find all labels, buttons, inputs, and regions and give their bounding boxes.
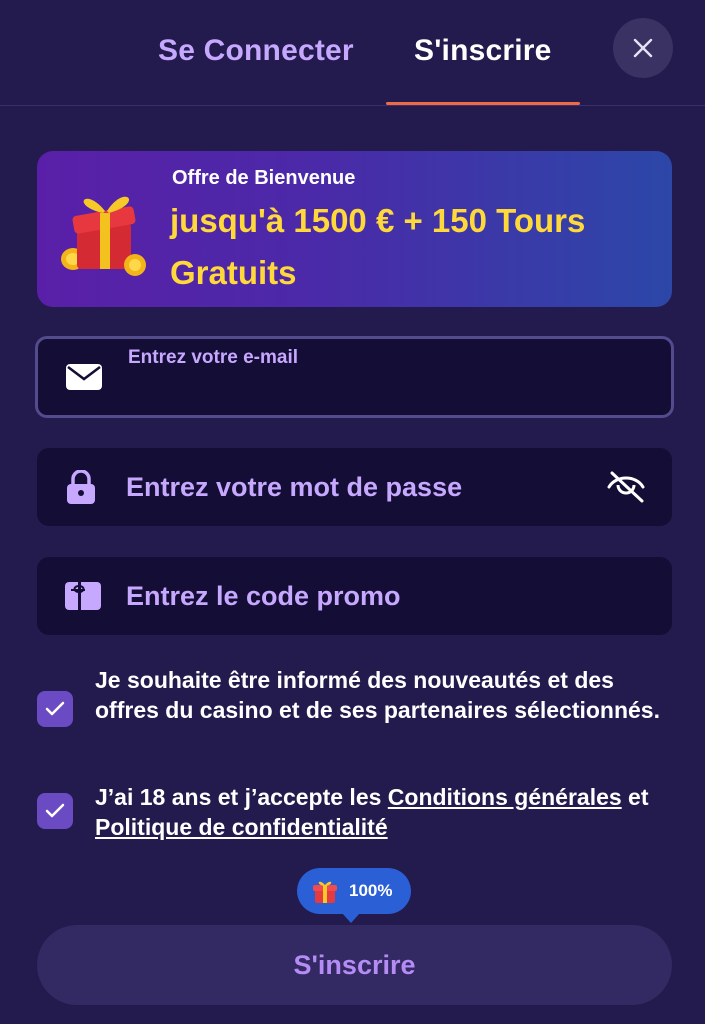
offer-label: Offre de Bienvenue	[172, 167, 356, 189]
email-field[interactable]: Entrez votre e-mail	[35, 336, 674, 433]
password-input[interactable]	[126, 448, 606, 526]
terms-conjunction: et	[621, 784, 649, 810]
gift-icon	[61, 196, 146, 276]
auth-tabs-header: Se Connecter S'inscrire	[0, 0, 705, 106]
tab-register[interactable]: S'inscrire	[414, 34, 552, 68]
check-icon	[45, 803, 65, 818]
email-input[interactable]	[127, 357, 607, 433]
ticket-icon	[65, 582, 101, 610]
promo-input[interactable]	[126, 557, 606, 635]
bonus-progress-label: 100%	[349, 881, 393, 900]
welcome-offer-banner: Offre de Bienvenue jusqu'à 1500 € + 150 …	[37, 151, 672, 307]
gift-icon	[313, 881, 337, 903]
close-button[interactable]	[613, 18, 673, 78]
lock-icon	[67, 470, 95, 504]
offer-amount: jusqu'à 1500 € + 150 Tours Gratuits	[170, 202, 586, 291]
tab-login[interactable]: Se Connecter	[158, 34, 354, 68]
terms-prefix: J’ai 18 ans et j’accepte les	[95, 784, 388, 810]
bonus-progress-badge: 100%	[297, 868, 411, 923]
privacy-link[interactable]: Politique de confidentialité	[95, 814, 388, 840]
envelope-icon	[66, 364, 102, 390]
newsletter-checkbox[interactable]	[37, 691, 73, 727]
close-icon	[633, 38, 653, 58]
check-icon	[45, 701, 65, 716]
eye-slash-icon[interactable]	[606, 469, 646, 505]
password-field[interactable]	[37, 448, 672, 526]
newsletter-consent-text: Je souhaite être informé des nouveautés …	[95, 667, 660, 723]
promo-field[interactable]	[37, 557, 672, 635]
active-tab-indicator	[386, 102, 580, 105]
terms-link[interactable]: Conditions générales	[388, 784, 622, 810]
register-submit-button[interactable]: S'inscrire	[37, 925, 672, 1005]
terms-checkbox[interactable]	[37, 793, 73, 829]
terms-consent-text: J’ai 18 ans et j’accepte les Conditions …	[95, 782, 685, 842]
